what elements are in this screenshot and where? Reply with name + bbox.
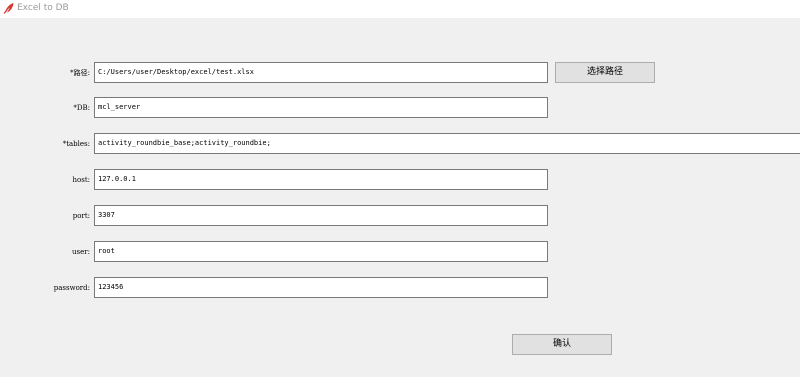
path-field[interactable]: C:/Users/user/Desktop/excel/test.xlsx bbox=[94, 62, 548, 83]
window-title: Excel to DB bbox=[17, 3, 69, 13]
confirm-button[interactable]: 确认 bbox=[512, 334, 612, 355]
host-field[interactable]: 127.0.0.1 bbox=[94, 169, 548, 190]
db-field[interactable]: mcl_server bbox=[94, 97, 548, 118]
user-label: user: bbox=[72, 248, 90, 256]
path-label: *路径: bbox=[70, 69, 90, 77]
host-label: host: bbox=[72, 176, 91, 184]
tables-label: *tables: bbox=[62, 140, 90, 148]
db-label: *DB: bbox=[73, 104, 90, 112]
title-bar: Excel to DB bbox=[0, 0, 800, 18]
password-field[interactable]: 123456 bbox=[94, 277, 548, 298]
choose-path-button[interactable]: 选择路径 bbox=[555, 62, 655, 83]
password-label: password: bbox=[53, 284, 90, 292]
tables-field[interactable]: activity_roundbie_base;activity_roundbie… bbox=[94, 133, 800, 154]
feather-icon bbox=[3, 3, 14, 14]
port-field[interactable]: 3307 bbox=[94, 205, 548, 226]
port-label: port: bbox=[72, 212, 90, 220]
user-field[interactable]: root bbox=[94, 241, 548, 262]
